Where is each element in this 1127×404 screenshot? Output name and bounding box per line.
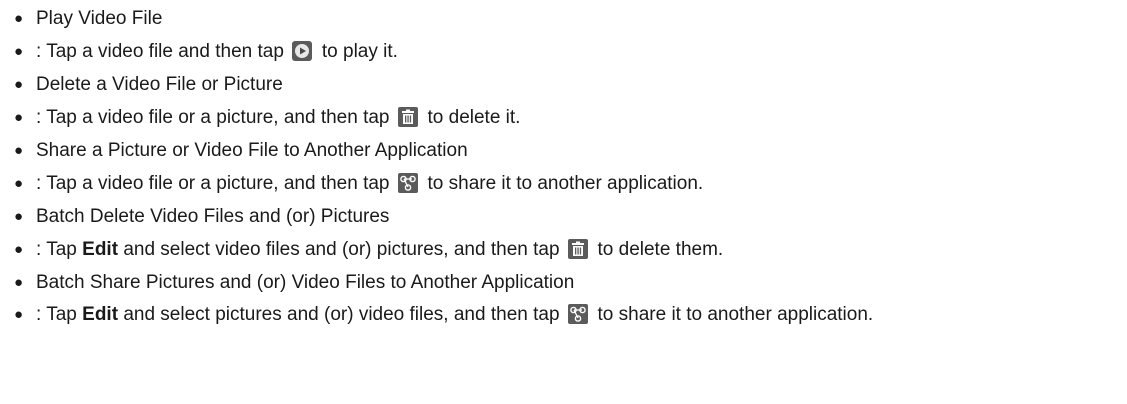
- step-text: : Tap a video file or a picture, and the…: [36, 107, 390, 128]
- step-text-end: to share it to another application.: [427, 173, 704, 194]
- step-text-end: to play it.: [321, 41, 398, 62]
- share-icon: [567, 304, 588, 324]
- play-icon: [291, 41, 312, 61]
- list-item-play-video-heading: ● Play Video File: [8, 2, 1127, 35]
- bullet-icon: ●: [14, 43, 24, 60]
- step-text-end: to share it to another application.: [597, 304, 874, 325]
- step-text: and select pictures and (or) video files…: [123, 304, 560, 325]
- bullet-icon: ●: [14, 306, 24, 323]
- step-text-end: to delete them.: [597, 239, 724, 260]
- bullet-icon: ●: [14, 274, 24, 291]
- heading-text: Batch Share Pictures and (or) Video File…: [36, 272, 575, 293]
- list-item-play-video-step: ● : Tap a video file and then tap to play…: [8, 35, 1127, 68]
- bullet-icon: ●: [14, 109, 24, 126]
- bullet-icon: ●: [14, 175, 24, 192]
- heading-text: Batch Delete Video Files and (or) Pictur…: [36, 206, 390, 227]
- step-text: and select video files and (or) pictures…: [123, 239, 560, 260]
- list-item-delete-step: ● : Tap a video file or a picture, and t…: [8, 101, 1127, 134]
- bullet-icon: ●: [14, 10, 24, 27]
- list-item-batch-share-step: ● : Tap Edit and select pictures and (or…: [8, 299, 1116, 330]
- step-text-start: : Tap: [36, 304, 77, 325]
- step-text-end: to delete it.: [427, 107, 521, 128]
- step-text: : Tap a video file or a picture, and the…: [36, 173, 390, 194]
- heading-text: Play Video File: [36, 8, 163, 29]
- trash-icon: [567, 239, 588, 259]
- trash-icon: [397, 107, 418, 127]
- list-item-share-step: ● : Tap a video file or a picture, and t…: [8, 167, 1127, 200]
- bullet-icon: ●: [14, 241, 24, 258]
- step-text-start: : Tap: [36, 239, 77, 260]
- share-icon: [397, 173, 418, 193]
- list-item-batch-delete-heading: ● Batch Delete Video Files and (or) Pict…: [8, 200, 1127, 233]
- list-item-batch-share-heading: ● Batch Share Pictures and (or) Video Fi…: [8, 266, 1127, 299]
- list-item-batch-delete-step: ● : Tap Edit and select video files and …: [8, 233, 1127, 266]
- heading-text: Share a Picture or Video File to Another…: [36, 140, 468, 161]
- step-text: : Tap a video file and then tap: [36, 41, 284, 62]
- document-page: ● Play Video File ● : Tap a video file a…: [0, 0, 1127, 404]
- instruction-list: ● Play Video File ● : Tap a video file a…: [0, 2, 1127, 330]
- bullet-icon: ●: [14, 142, 24, 159]
- edit-keyword: Edit: [82, 239, 119, 260]
- edit-keyword: Edit: [82, 304, 119, 325]
- list-item-delete-heading: ● Delete a Video File or Picture: [8, 68, 1127, 101]
- bullet-icon: ●: [14, 76, 24, 93]
- heading-text: Delete a Video File or Picture: [36, 74, 283, 95]
- bullet-icon: ●: [14, 208, 24, 225]
- list-item-share-heading: ● Share a Picture or Video File to Anoth…: [8, 134, 1127, 167]
